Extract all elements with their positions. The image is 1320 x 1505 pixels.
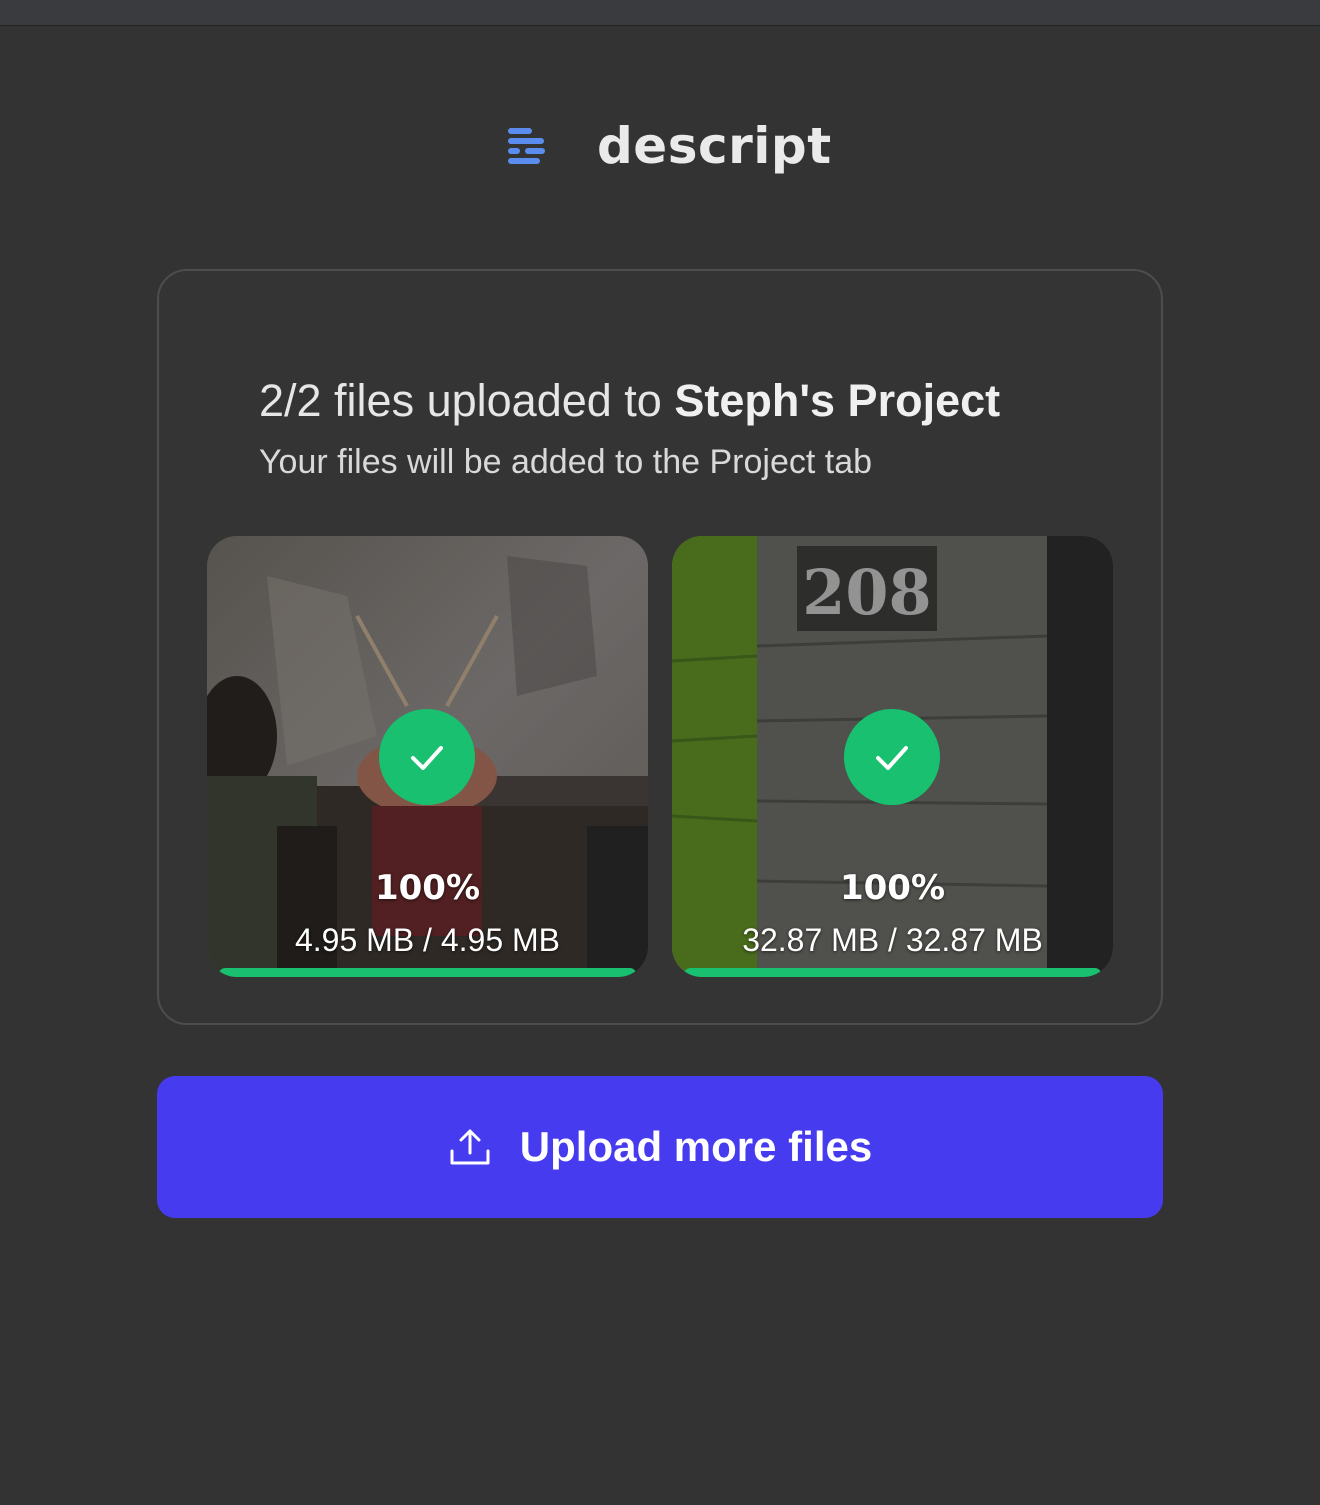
upload-progress-bar: [219, 968, 636, 977]
upload-status-card: 2/2 files uploaded to Steph's Project Yo…: [157, 269, 1163, 1025]
upload-count-text: 2/2 files uploaded to: [259, 375, 662, 426]
upload-complete-check: [379, 709, 475, 805]
descript-logo: descript: [505, 117, 832, 175]
upload-progress-fill: [219, 968, 636, 977]
upload-icon: [450, 1129, 490, 1165]
upload-size: 32.87 MB / 32.87 MB: [742, 922, 1043, 958]
upload-headline: 2/2 files uploaded to Steph's Project: [259, 375, 1000, 427]
upload-percent: 100%: [374, 868, 481, 908]
file-thumbnail: 100% 4.95 MB / 4.95 MB: [207, 536, 648, 977]
window-top-bar: [0, 0, 1320, 26]
check-icon: [411, 746, 443, 770]
upload-size: 4.95 MB / 4.95 MB: [294, 922, 560, 958]
upload-more-files-button[interactable]: Upload more files: [157, 1076, 1163, 1218]
upload-percent: 100%: [839, 868, 946, 908]
project-name: Steph's Project: [674, 375, 1001, 426]
upload-progress-bar: [684, 968, 1101, 977]
upload-progress-fill: [684, 968, 1101, 977]
file-thumbnail: 208 100% 32.87 MB / 32.87 MB: [672, 536, 1113, 977]
upload-more-files-label: Upload more files: [519, 1123, 873, 1170]
upload-subline: Your files will be added to the Project …: [259, 443, 873, 481]
descript-logo-icon: [508, 128, 545, 164]
upload-complete-check: [844, 709, 940, 805]
brand-name: descript: [597, 117, 832, 175]
check-icon: [876, 746, 908, 770]
